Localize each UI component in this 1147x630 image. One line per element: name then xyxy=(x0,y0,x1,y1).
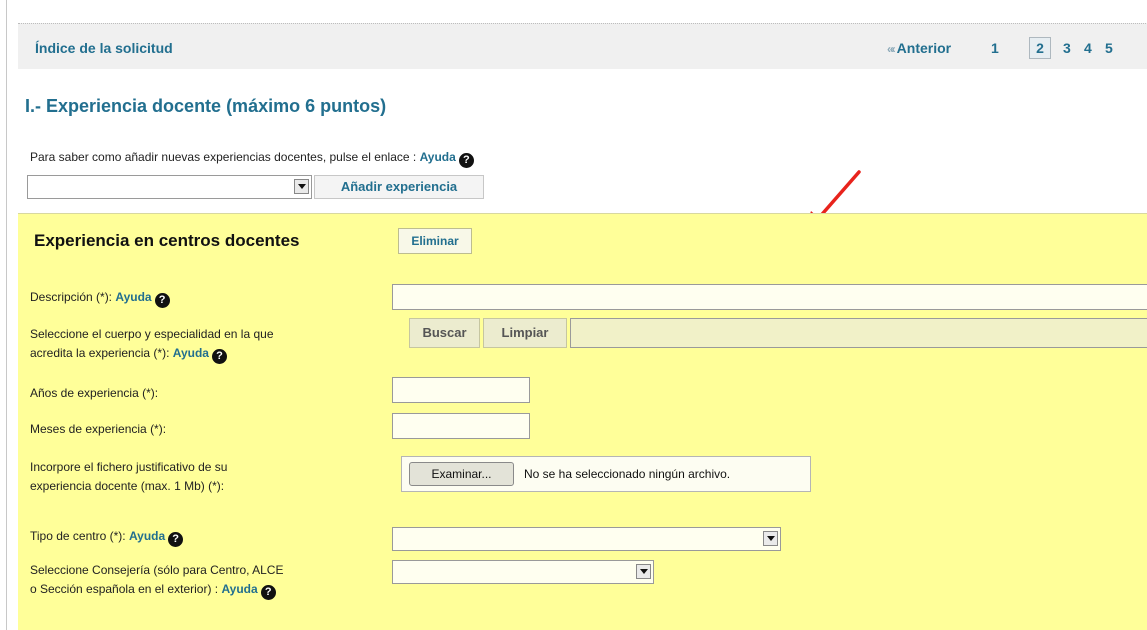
consejeria-label-line2-text: o Sección española en el exterior) : xyxy=(30,582,222,596)
file-label-line1: Incorpore el fichero justificativo de su xyxy=(30,460,228,474)
consejeria-label: Seleccione Consejería (sólo para Centro,… xyxy=(30,561,283,600)
consejeria-select[interactable] xyxy=(392,560,654,584)
question-circle-icon[interactable]: ? xyxy=(458,153,474,168)
description-label-text: Descripción (*): xyxy=(30,290,116,304)
page-link-3[interactable]: 3 xyxy=(1063,40,1071,56)
page-current-2: 2 xyxy=(1029,37,1051,59)
navigation-bar: Índice de la solicitud «‹ Anterior 1 2 3 … xyxy=(18,23,1147,69)
clear-button[interactable]: Limpiar xyxy=(483,318,567,348)
no-file-text: No se ha seleccionado ningún archivo. xyxy=(524,467,731,481)
chevron-down-icon[interactable] xyxy=(636,564,651,579)
consejeria-help-link[interactable]: Ayuda xyxy=(221,582,257,596)
months-input[interactable] xyxy=(392,413,530,439)
page-link-1[interactable]: 1 xyxy=(991,40,999,56)
previous-page-label: Anterior xyxy=(896,40,952,56)
file-label: Incorpore el fichero justificativo de su… xyxy=(30,458,227,496)
add-experience-hint: Para saber como añadir nuevas experienci… xyxy=(30,150,474,168)
years-label: Años de experiencia (*): xyxy=(30,386,159,400)
add-experience-button[interactable]: Añadir experiencia xyxy=(314,175,484,199)
page-link-4[interactable]: 4 xyxy=(1084,40,1092,56)
description-input[interactable] xyxy=(392,284,1147,310)
question-circle-icon[interactable]: ? xyxy=(168,532,184,547)
description-help-link[interactable]: Ayuda xyxy=(115,290,151,304)
description-label: Descripción (*): Ayuda? xyxy=(30,288,170,308)
application-frame: Índice de la solicitud «‹ Anterior 1 2 3 … xyxy=(6,0,1147,630)
months-label: Meses de experiencia (*): xyxy=(30,422,167,436)
experience-type-select[interactable] xyxy=(27,175,312,199)
body-specialty-label: Seleccione el cuerpo y especialidad en l… xyxy=(30,325,274,364)
file-label-line2: experiencia docente (max. 1 Mb) (*): xyxy=(30,479,225,493)
consejeria-label-line2: o Sección española en el exterior) : Ayu… xyxy=(30,580,283,600)
experience-card: Experiencia en centros docentes Eliminar… xyxy=(18,213,1147,630)
hint-text: Para saber como añadir nuevas experienci… xyxy=(30,150,420,164)
delete-experience-button[interactable]: Eliminar xyxy=(398,228,472,254)
help-link[interactable]: Ayuda xyxy=(420,150,456,164)
previous-page-link[interactable]: «‹ Anterior xyxy=(887,40,951,56)
body-specialty-label-line2: acredita la experiencia (*): Ayuda? xyxy=(30,344,274,364)
card-title: Experiencia en centros docentes xyxy=(34,231,300,250)
page-link-5[interactable]: 5 xyxy=(1105,40,1113,56)
consejeria-label-line1: Seleccione Consejería (sólo para Centro,… xyxy=(30,563,284,577)
body-specialty-label-line1: Seleccione el cuerpo y especialidad en l… xyxy=(30,327,274,341)
body-specialty-label-line2-text: acredita la experiencia (*): xyxy=(30,346,173,360)
center-type-label: Tipo de centro (*): Ayuda? xyxy=(30,527,184,547)
browse-button[interactable]: Examinar... xyxy=(409,462,514,486)
section-title: I.- Experiencia docente (máximo 6 puntos… xyxy=(25,96,387,116)
years-input[interactable] xyxy=(392,377,530,403)
question-circle-icon[interactable]: ? xyxy=(211,349,227,364)
center-type-help-link[interactable]: Ayuda xyxy=(129,529,165,543)
index-link[interactable]: Índice de la solicitud xyxy=(35,40,173,56)
chevron-down-icon[interactable] xyxy=(763,531,778,546)
question-circle-icon[interactable]: ? xyxy=(154,293,170,308)
question-circle-icon[interactable]: ? xyxy=(260,585,276,600)
center-type-select[interactable] xyxy=(392,527,781,551)
body-specialty-field xyxy=(570,318,1147,348)
double-chevron-left-icon: «‹ xyxy=(887,42,896,56)
file-upload-field: Examinar... No se ha seleccionado ningún… xyxy=(401,456,811,492)
chevron-down-icon[interactable] xyxy=(294,179,309,194)
search-button[interactable]: Buscar xyxy=(409,318,480,348)
body-specialty-help-link[interactable]: Ayuda xyxy=(173,346,209,360)
center-type-label-text: Tipo de centro (*): xyxy=(30,529,129,543)
